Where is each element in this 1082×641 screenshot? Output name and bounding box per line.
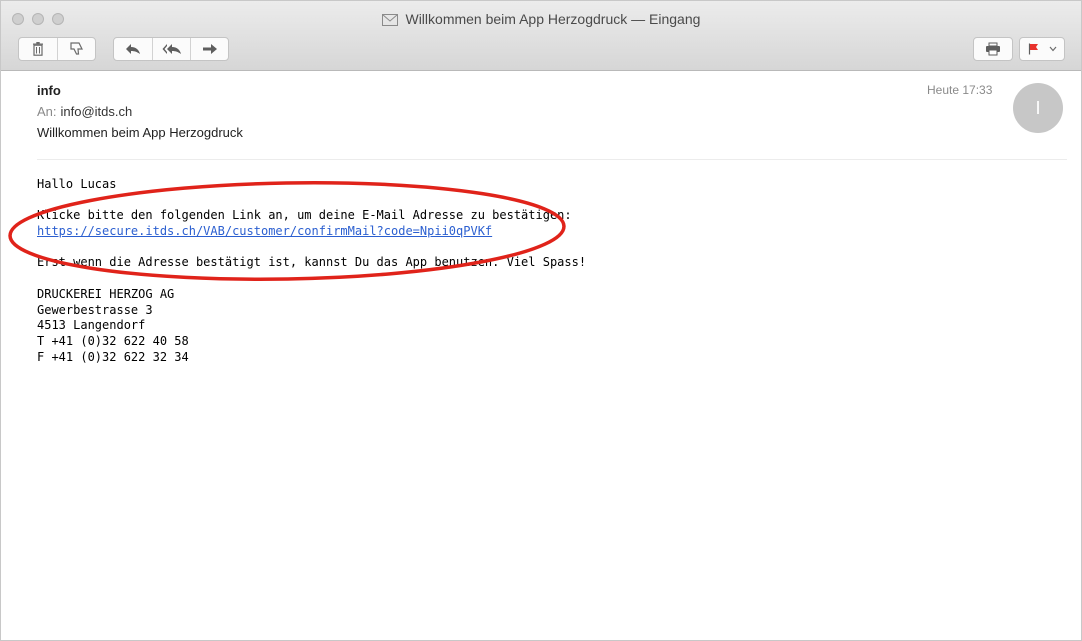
- reply-all-icon: [162, 44, 181, 54]
- message-body: Hallo Lucas Klicke bitte den folgenden L…: [37, 177, 1037, 365]
- confirm-link[interactable]: https://secure.itds.ch/VAB/customer/conf…: [37, 224, 492, 238]
- reply-icon: [126, 44, 140, 54]
- message-date: Heute 17:33: [927, 83, 993, 97]
- title-bar: Willkommen beim App Herzogdruck — Eingan…: [1, 1, 1081, 71]
- reply-group: [113, 37, 229, 61]
- forward-button[interactable]: [190, 38, 228, 60]
- signature-line: T +41 (0)32 622 40 58: [37, 333, 189, 348]
- recipient-address[interactable]: info@itds.ch: [61, 104, 133, 119]
- signature-line: Gewerbestrasse 3: [37, 302, 153, 317]
- instruction-line: Klicke bitte den folgenden Link an, um d…: [37, 208, 572, 223]
- signature-line: DRUCKEREI HERZOG AG: [37, 286, 175, 301]
- recipient-line: An: info@itds.ch: [37, 104, 132, 119]
- forward-icon: [202, 44, 217, 54]
- greeting-line: Hallo Lucas: [37, 177, 117, 191]
- trash-icon: [33, 42, 43, 56]
- delete-junk-group: [18, 37, 96, 61]
- sender-name[interactable]: info: [37, 83, 61, 98]
- note-line: Erst wenn die Adresse bestätigt ist, kan…: [37, 255, 587, 270]
- message-subject: Willkommen beim App Herzogdruck: [37, 125, 243, 140]
- signature-line: F +41 (0)32 622 32 34: [37, 349, 189, 364]
- flag-icon: [1028, 43, 1038, 55]
- avatar: I: [1013, 83, 1063, 133]
- flag-button[interactable]: [1019, 37, 1065, 61]
- window-title: Willkommen beim App Herzogdruck — Eingan…: [405, 11, 701, 27]
- recipient-label: An:: [37, 104, 57, 119]
- junk-button[interactable]: [57, 38, 95, 60]
- delete-button[interactable]: [19, 38, 57, 60]
- thumbs-down-icon: [69, 42, 83, 55]
- signature-line: 4513 Langendorf: [37, 318, 146, 333]
- reply-all-button[interactable]: [152, 38, 190, 60]
- printer-icon: [986, 42, 1000, 56]
- envelope-icon: [381, 14, 398, 26]
- header-divider: [37, 159, 1067, 160]
- print-button[interactable]: [973, 37, 1013, 61]
- reply-button[interactable]: [114, 38, 152, 60]
- chevron-down-icon: [1049, 46, 1056, 52]
- mail-window: Willkommen beim App Herzogdruck — Eingan…: [0, 0, 1082, 641]
- window-title-area: Willkommen beim App Herzogdruck — Eingan…: [1, 11, 1081, 27]
